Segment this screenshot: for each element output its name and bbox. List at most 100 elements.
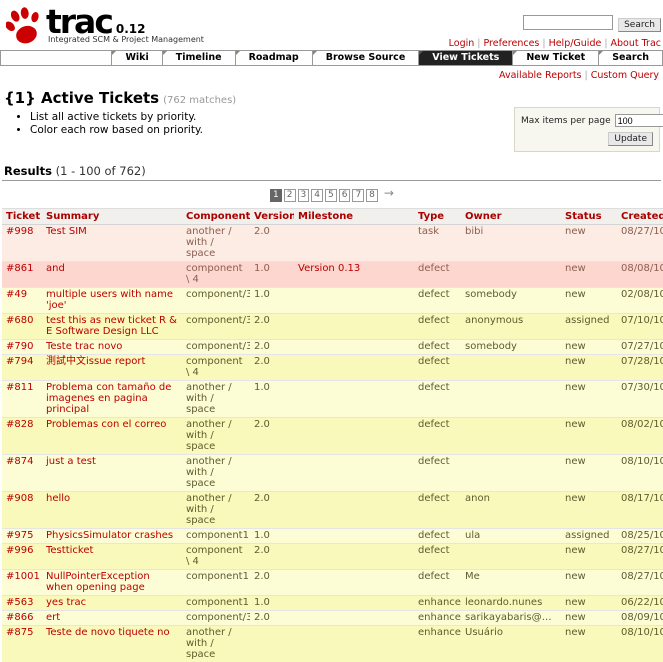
summary-link[interactable]: test this as new ticket R & E Software D… (46, 315, 177, 337)
cell-component: component/3 (182, 340, 250, 355)
summary-link[interactable]: PhysicsSimulator crashes (46, 530, 173, 541)
cell-summary: Test SIM (42, 225, 182, 262)
ticket-link[interactable]: #908 (6, 493, 33, 504)
summary-link[interactable]: ert (46, 612, 60, 623)
tab-new-ticket[interactable]: New Ticket (512, 51, 598, 65)
search-button[interactable]: Search (618, 18, 661, 32)
ticket-link[interactable]: #996 (6, 545, 33, 556)
cell-owner: sarikayabaris@… (461, 611, 561, 626)
col-header-status[interactable]: Status (561, 209, 617, 225)
cell-status: assigned (561, 529, 617, 544)
contextnav-link-custom-query[interactable]: Custom Query (591, 70, 659, 81)
summary-link[interactable]: and (46, 263, 65, 274)
page-4[interactable]: 4 (311, 189, 323, 202)
summary-link[interactable]: Test SIM (46, 226, 87, 237)
ticket-link[interactable]: #1001 (6, 571, 40, 582)
next-page-arrow[interactable]: → (384, 186, 394, 200)
ticket-link[interactable]: #874 (6, 456, 33, 467)
ticket-link[interactable]: #828 (6, 419, 33, 430)
page-7[interactable]: 7 (352, 189, 364, 202)
cell-version: 2.0 (250, 340, 294, 355)
cell-status: new (561, 418, 617, 455)
ticket-link[interactable]: #866 (6, 612, 33, 623)
tab-wiki[interactable]: Wiki (111, 51, 161, 65)
cell-type: defect (414, 314, 461, 340)
summary-link[interactable]: Problema con tamaño de imagenes en pagin… (46, 382, 171, 415)
tab-roadmap[interactable]: Roadmap (235, 51, 312, 65)
tab-search[interactable]: Search (598, 51, 662, 65)
ticket-link[interactable]: #875 (6, 627, 33, 638)
col-header-type[interactable]: Type (414, 209, 461, 225)
ticket-link[interactable]: #998 (6, 226, 33, 237)
cell-milestone (294, 314, 414, 340)
cell-type: defect (414, 340, 461, 355)
tab-view-tickets[interactable]: View Tickets (418, 51, 512, 65)
contextnav-link-available-reports[interactable]: Available Reports (499, 70, 581, 81)
summary-link[interactable]: Testticket (46, 545, 93, 556)
search-input[interactable] (523, 15, 613, 30)
table-row: #908helloanother / with / space2.0defect… (2, 492, 663, 529)
col-header-version[interactable]: Version (250, 209, 294, 225)
col-header-summary[interactable]: Summary (42, 209, 182, 225)
paw-print-icon (6, 7, 42, 47)
ticket-link[interactable]: #811 (6, 382, 33, 393)
metanav-link-login[interactable]: Login (449, 38, 475, 49)
cell-created: 08/27/10 (617, 544, 663, 570)
col-header-created[interactable]: Created (617, 209, 663, 225)
col-header-ticket[interactable]: Ticket (2, 209, 42, 225)
cell-type: task (414, 225, 461, 262)
ticket-link[interactable]: #563 (6, 597, 33, 608)
cell-status: new (561, 381, 617, 418)
summary-link[interactable]: Teste trac novo (46, 341, 122, 352)
summary-link[interactable]: 測試中文issue report (46, 356, 145, 367)
page-5[interactable]: 5 (325, 189, 337, 202)
tab-timeline[interactable]: Timeline (162, 51, 235, 65)
summary-link[interactable]: just a test (46, 456, 96, 467)
update-button[interactable]: Update (608, 132, 653, 146)
cell-created: 08/27/10 (617, 570, 663, 596)
ticket-link[interactable]: #794 (6, 356, 33, 367)
milestone-link[interactable]: Version 0.13 (298, 263, 360, 274)
col-header-owner[interactable]: Owner (461, 209, 561, 225)
col-header-component[interactable]: Component (182, 209, 250, 225)
cell-created: 06/22/10 (617, 596, 663, 611)
cell-milestone (294, 355, 414, 381)
page-2[interactable]: 2 (284, 189, 296, 202)
ticket-link[interactable]: #49 (6, 289, 27, 300)
cell-status: new (561, 288, 617, 314)
cell-status: new (561, 340, 617, 355)
cell-component: component1 (182, 596, 250, 611)
summary-link[interactable]: Teste de novo tiquete no (46, 627, 170, 638)
summary-link[interactable]: Problemas con el correo (46, 419, 166, 430)
max-items-input[interactable] (615, 114, 663, 127)
separator: | (604, 38, 607, 49)
ticket-link[interactable]: #790 (6, 341, 33, 352)
table-row: #996Testticketcomponent \ 42.0defectnew0… (2, 544, 663, 570)
cell-owner: bibi (461, 225, 561, 262)
main-nav: WikiTimelineRoadmapBrowse SourceView Tic… (0, 50, 663, 66)
cell-ticket: #563 (2, 596, 42, 611)
page-3[interactable]: 3 (298, 189, 310, 202)
metanav-link-preferences[interactable]: Preferences (483, 38, 539, 49)
tab-browse-source[interactable]: Browse Source (312, 51, 419, 65)
page-6[interactable]: 6 (339, 189, 351, 202)
page-8[interactable]: 8 (366, 189, 378, 202)
ticket-link[interactable]: #680 (6, 315, 33, 326)
summary-link[interactable]: NullPointerException when opening page (46, 571, 150, 593)
ticket-link[interactable]: #861 (6, 263, 33, 274)
col-header-milestone[interactable]: Milestone (294, 209, 414, 225)
summary-link[interactable]: multiple users with name 'joe' (46, 289, 173, 311)
cell-type: defect (414, 262, 461, 288)
summary-link[interactable]: hello (46, 493, 70, 504)
cell-milestone (294, 529, 414, 544)
summary-link[interactable]: yes trac (46, 597, 86, 608)
metanav-link-about-trac[interactable]: About Trac (611, 38, 661, 49)
page-1[interactable]: 1 (270, 189, 282, 202)
cell-owner (461, 455, 561, 492)
metanav-link-help-guide[interactable]: Help/Guide (549, 38, 602, 49)
ticket-link[interactable]: #975 (6, 530, 33, 541)
cell-created: 08/25/10 (617, 529, 663, 544)
cell-type: defect (414, 492, 461, 529)
cell-ticket: #811 (2, 381, 42, 418)
cell-summary: Teste de novo tiquete no (42, 626, 182, 662)
